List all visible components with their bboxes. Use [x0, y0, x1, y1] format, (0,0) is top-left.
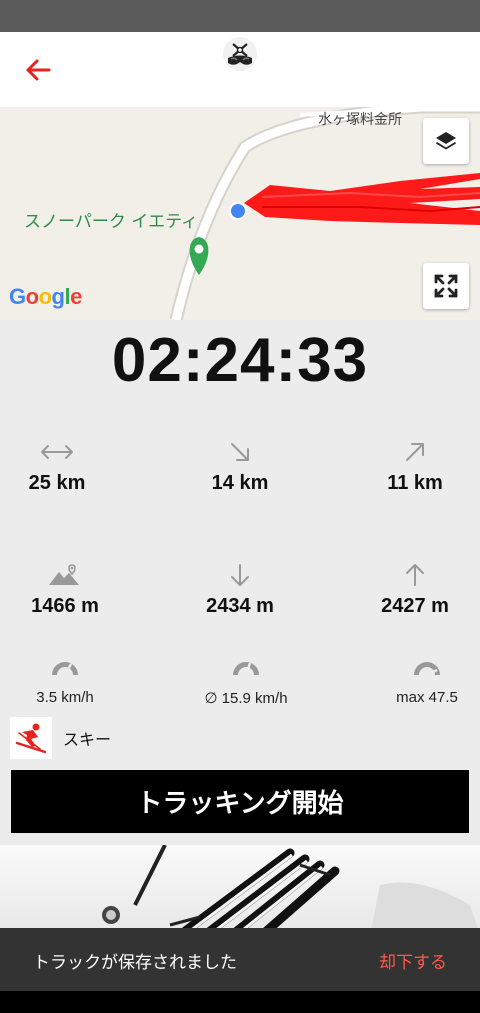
expand-icon [434, 274, 458, 298]
stat-downhill-distance: 14 km [160, 440, 320, 495]
stat-altitude-value: 1466 m [31, 595, 99, 617]
fullscreen-button[interactable] [423, 263, 469, 309]
stat-descent: 2434 m [160, 563, 320, 618]
arrow-left-icon [26, 59, 51, 81]
arrow-up-right-icon [406, 443, 424, 461]
stat-max-speed: max 47.5 [347, 655, 480, 706]
map-label-toll: 水ヶ塚料金所 [318, 112, 402, 128]
stat-speed: 3.5 km/h [0, 655, 145, 706]
skier-icon [15, 723, 47, 754]
layers-icon [436, 132, 456, 150]
back-button[interactable] [18, 52, 58, 88]
stat-avg-speed-value: ∅ 15.9 km/h [204, 690, 288, 707]
stat-distance-value: 25 km [28, 472, 86, 494]
stat-uphill-distance-value: 11 km [387, 472, 443, 494]
stat-downhill-distance-value: 14 km [211, 472, 269, 494]
speedometer-max-icon [414, 662, 440, 676]
horizontal-arrows-icon [41, 445, 73, 459]
speedometer-icon [233, 662, 259, 676]
status-bar [0, 0, 480, 32]
stat-altitude: 1466 m [0, 563, 145, 618]
arrow-down-icon [231, 564, 249, 586]
sport-icon-box [10, 717, 52, 759]
map-view[interactable]: 水ヶ塚料金所 スノーパーク イエティ Google [0, 107, 480, 320]
stat-ascent-value: 2427 m [381, 595, 449, 617]
app-bar [0, 32, 480, 107]
elapsed-timer: 02:24:33 [111, 326, 369, 395]
system-nav-bar [0, 991, 480, 1013]
start-tracking-button[interactable]: トラッキング開始 [11, 770, 469, 833]
snackbar-message: トラックが保存されました [33, 953, 237, 973]
arrow-down-right-icon [231, 443, 249, 461]
layers-button[interactable] [423, 118, 469, 164]
map-label-park: スノーパーク イエティ [24, 212, 199, 232]
stat-distance: 25 km [0, 440, 137, 495]
ski-illustration [102, 845, 480, 935]
stat-uphill-distance: 11 km [335, 440, 480, 495]
ski-logo-icon [223, 37, 257, 71]
stat-ascent: 2427 m [335, 563, 480, 618]
stat-max-speed-value: max 47.5 [396, 689, 458, 706]
stat-speed-value: 3.5 km/h [36, 689, 94, 706]
sport-label: スキー [63, 730, 112, 749]
mountain-pin-icon [49, 564, 79, 585]
speedometer-icon [52, 662, 78, 676]
snackbar-dismiss-button[interactable]: 却下する [379, 948, 447, 973]
snackbar: トラックが保存されました 却下する [0, 928, 480, 991]
promo-image [0, 845, 480, 935]
sport-selector[interactable]: スキー [10, 717, 111, 759]
arrow-up-icon [406, 564, 424, 586]
stat-avg-speed: ∅ 15.9 km/h [166, 655, 326, 707]
stat-descent-value: 2434 m [206, 595, 274, 617]
google-logo: Google [9, 284, 82, 309]
